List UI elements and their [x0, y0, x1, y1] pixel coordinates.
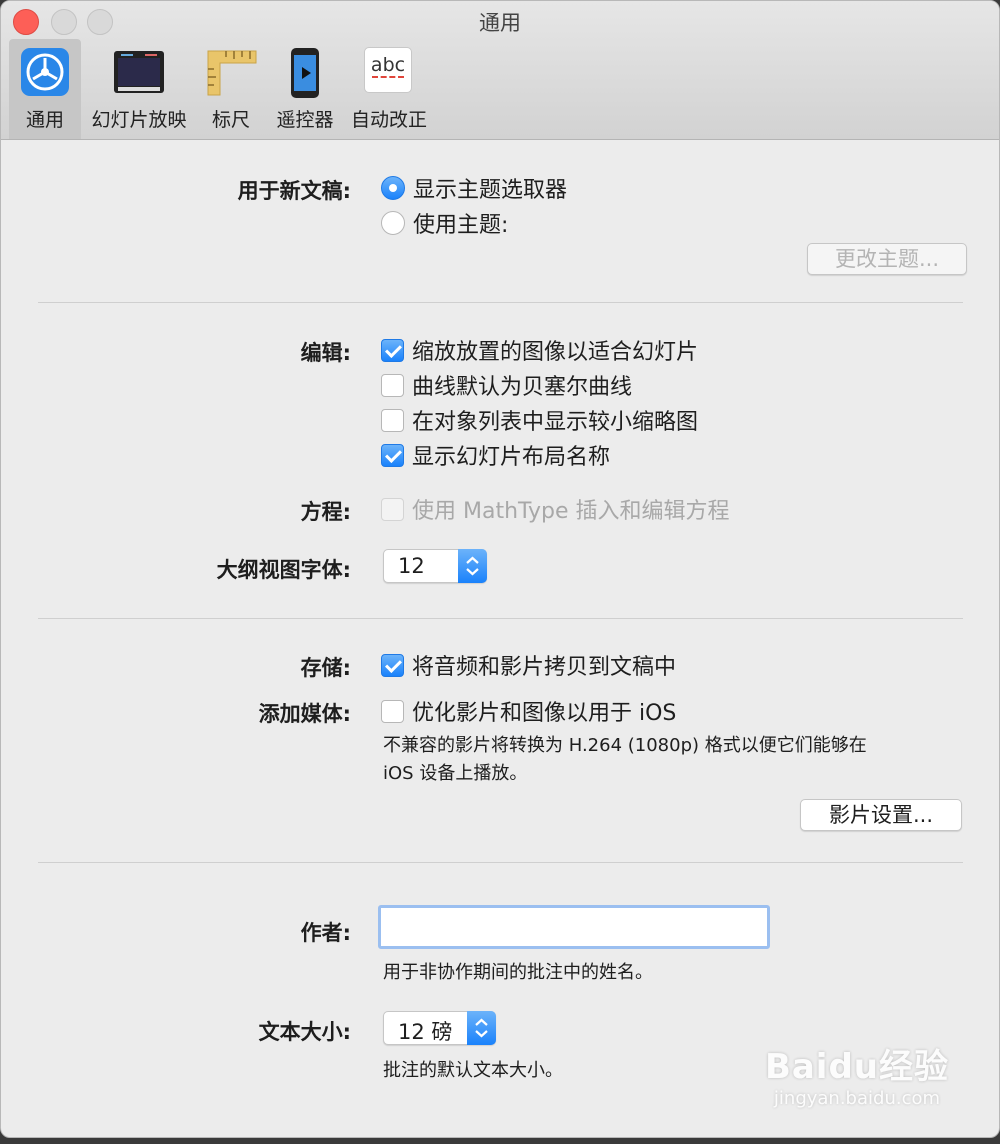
- scale-images-option[interactable]: 缩放放置的图像以适合幻灯片: [381, 335, 698, 365]
- option-label: 使用主题:: [413, 213, 509, 238]
- text-size-value: 12 磅: [398, 1020, 453, 1044]
- baidu-watermark: Baidu经验 jingyan.baidu.com: [764, 1047, 949, 1109]
- tab-label: 幻灯片放映: [91, 109, 187, 131]
- outline-font-size-value: 12: [398, 554, 425, 578]
- option-label: 显示幻灯片布局名称: [412, 445, 611, 470]
- option-label: 将音频和影片拷贝到文稿中: [412, 655, 677, 680]
- slideshow-icon: [114, 51, 164, 93]
- remote-icon: [291, 48, 319, 98]
- chevron-up-down-icon[interactable]: [458, 549, 487, 583]
- tab-rulers[interactable]: 标尺: [197, 39, 265, 139]
- use-theme-option[interactable]: 使用主题:: [381, 208, 508, 238]
- mathtype-option: 使用 MathType 插入和编辑方程: [381, 494, 730, 524]
- author-field[interactable]: [378, 905, 770, 949]
- window-title: 通用: [479, 11, 521, 35]
- show-theme-chooser-radio[interactable]: [381, 176, 405, 200]
- copy-media-checkbox[interactable]: [381, 653, 404, 677]
- scale-images-checkbox[interactable]: [381, 338, 404, 362]
- option-label: 优化影片和图像以用于 iOS: [412, 701, 677, 726]
- movie-settings-button[interactable]: 影片设置...: [800, 799, 962, 831]
- outline-font-size-popup[interactable]: 12: [383, 549, 487, 583]
- mathtype-checkbox: [381, 497, 404, 521]
- layout-names-option[interactable]: 显示幻灯片布局名称: [381, 440, 610, 470]
- layout-names-checkbox[interactable]: [381, 443, 404, 467]
- optimize-ios-checkbox[interactable]: [381, 699, 404, 723]
- divider: [38, 862, 963, 863]
- text-size-label: 文本大小:: [258, 1020, 351, 1044]
- bezier-curves-checkbox[interactable]: [381, 373, 404, 397]
- divider: [38, 302, 963, 303]
- tab-autocorrect[interactable]: abc 自动改正: [347, 39, 431, 139]
- show-theme-chooser-option[interactable]: 显示主题选取器: [381, 173, 567, 203]
- ruler-icon: [207, 50, 257, 96]
- add-media-label: 添加媒体:: [258, 702, 351, 726]
- optimize-ios-option[interactable]: 优化影片和图像以用于 iOS: [381, 696, 676, 726]
- tab-slideshow[interactable]: 幻灯片放映: [87, 39, 191, 139]
- option-label: 缩放放置的图像以适合幻灯片: [412, 340, 699, 365]
- storage-label: 存储:: [300, 656, 351, 680]
- autocorrect-icon: abc: [364, 47, 412, 93]
- tab-remotes[interactable]: 遥控器: [271, 39, 339, 139]
- add-media-note: 不兼容的影片将转换为 H.264 (1080p) 格式以便它们能够在 iOS 设…: [383, 735, 867, 784]
- editing-label: 编辑:: [300, 341, 351, 365]
- tab-general[interactable]: 通用: [9, 39, 81, 139]
- text-size-note: 批注的默认文本大小。: [383, 1060, 563, 1081]
- tab-label: 自动改正: [350, 109, 427, 131]
- tab-label: 遥控器: [276, 109, 334, 131]
- tab-label: 标尺: [211, 109, 250, 131]
- small-thumbnails-option[interactable]: 在对象列表中显示较小缩略图: [381, 405, 698, 435]
- equation-label: 方程:: [300, 500, 351, 524]
- chevron-up-down-icon[interactable]: [467, 1011, 496, 1045]
- outline-font-label: 大纲视图字体:: [216, 558, 351, 582]
- author-note: 用于非协作期间的批注中的姓名。: [383, 962, 653, 983]
- copy-media-option[interactable]: 将音频和影片拷贝到文稿中: [381, 650, 676, 680]
- divider: [38, 618, 963, 619]
- change-theme-button[interactable]: 更改主题...: [807, 243, 967, 275]
- bezier-curves-option[interactable]: 曲线默认为贝塞尔曲线: [381, 370, 632, 400]
- option-label: 在对象列表中显示较小缩略图: [412, 410, 699, 435]
- preferences-window: 通用 通用 幻灯片放映 标尺 遥控器 abc 自动改正 用于新文稿: 显示主题选…: [0, 0, 1000, 1138]
- option-label: 曲线默认为贝塞尔曲线: [412, 375, 633, 400]
- small-thumbnails-checkbox[interactable]: [381, 408, 404, 432]
- gear-icon: [21, 48, 69, 96]
- option-label: 使用 MathType 插入和编辑方程: [412, 499, 730, 524]
- option-label: 显示主题选取器: [413, 178, 568, 203]
- author-label: 作者:: [300, 921, 351, 945]
- new-document-label: 用于新文稿:: [237, 179, 351, 203]
- text-size-popup[interactable]: 12 磅: [383, 1011, 496, 1045]
- use-theme-radio[interactable]: [381, 211, 405, 235]
- toolbar: 通用 通用 幻灯片放映 标尺 遥控器 abc 自动改正: [1, 1, 999, 140]
- tab-label: 通用: [25, 109, 64, 131]
